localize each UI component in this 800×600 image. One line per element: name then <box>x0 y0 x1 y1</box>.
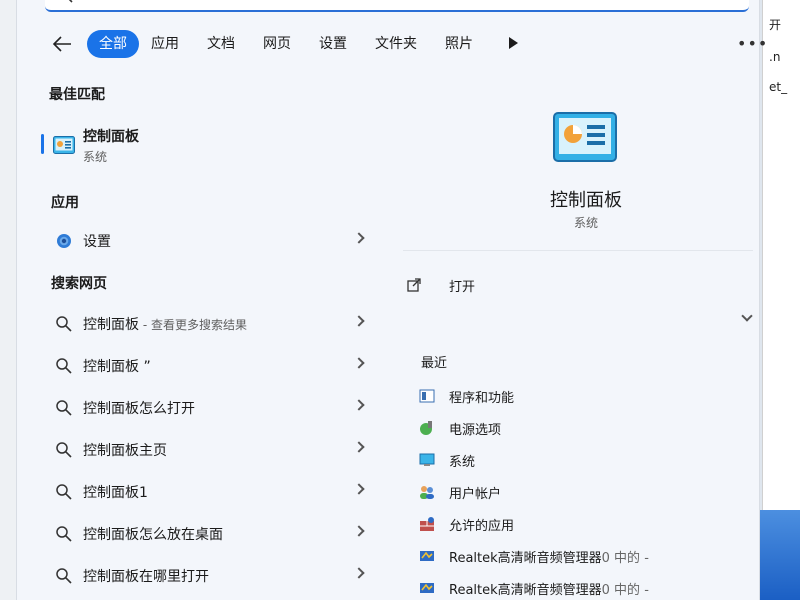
recent-item[interactable]: Realtek高清晰音频管理器0 中的 - <box>419 578 749 600</box>
chevron-right-icon[interactable] <box>353 525 365 537</box>
gear-icon <box>57 234 71 248</box>
web-result[interactable]: 控制面板主页 <box>49 431 369 467</box>
search-icon <box>56 442 72 458</box>
best-match-title: 控制面板 <box>83 129 139 145</box>
back-arrow-icon[interactable] <box>51 34 73 54</box>
app-result-label: 设置 <box>83 234 111 250</box>
search-icon <box>56 526 72 542</box>
open-external-icon <box>407 278 421 292</box>
chevron-right-icon[interactable] <box>353 483 365 495</box>
desktop-background-left <box>0 0 16 600</box>
search-icon <box>68 0 73 3</box>
web-result-label: 控制面板 <box>83 317 139 333</box>
web-result[interactable]: 控制面板1 <box>49 473 369 509</box>
programs-icon <box>419 389 435 403</box>
control-panel-icon <box>53 136 75 154</box>
recent-item-label: 电源选项 <box>449 423 502 438</box>
web-result[interactable]: 控制面板在哪里打开 <box>49 557 369 593</box>
recent-item-label: 程序和功能 <box>449 391 515 406</box>
selection-indicator <box>41 134 44 154</box>
search-icon <box>56 400 72 416</box>
desktop-fragment: .n <box>769 50 781 64</box>
power-options-icon <box>420 421 432 435</box>
web-result-label: 控制面板怎么打开 <box>83 401 195 417</box>
tab-documents[interactable]: 文档 <box>207 30 235 58</box>
recent-item[interactable]: Realtek高清晰音频管理器0 中的 - <box>419 546 749 568</box>
detail-title: 控制面板 <box>550 190 622 211</box>
section-best-match: 最佳匹配 <box>49 87 105 103</box>
detail-pane: 控制面板 系统 打开 最近 程序和功能 电源选项 系统 用户帐户 允许的应用 R… <box>389 80 761 600</box>
more-tabs-arrow-icon[interactable] <box>509 37 518 49</box>
tab-apps[interactable]: 应用 <box>151 30 179 58</box>
search-input[interactable] <box>45 0 749 12</box>
search-icon <box>56 358 72 374</box>
web-result-label: 控制面板在哪里打开 <box>83 569 209 585</box>
filter-tabs: 全部 应用 文档 网页 设置 文件夹 照片 ••• <box>17 26 767 62</box>
tab-photos[interactable]: 照片 <box>445 30 473 58</box>
web-result-hint: - 查看更多搜索结果 <box>139 318 247 332</box>
desktop-window-fragment <box>758 510 800 600</box>
firewall-icon <box>420 517 434 531</box>
control-panel-icon <box>553 112 617 162</box>
recent-item-label: 允许的应用 <box>449 519 515 534</box>
web-result[interactable]: 控制面板 ” <box>49 347 369 383</box>
search-icon <box>56 484 72 500</box>
recent-item-label: 用户帐户 <box>449 487 502 502</box>
chevron-right-icon[interactable] <box>353 315 365 327</box>
tab-settings[interactable]: 设置 <box>319 30 347 58</box>
tab-web[interactable]: 网页 <box>263 30 291 58</box>
web-result[interactable]: 控制面板怎么打开 <box>49 389 369 425</box>
user-accounts-icon <box>420 486 434 499</box>
search-panel: 全部 应用 文档 网页 设置 文件夹 照片 ••• 最佳匹配 控制面板 系统 应… <box>16 0 767 600</box>
realtek-icon <box>420 551 434 561</box>
chevron-right-icon[interactable] <box>353 357 365 369</box>
system-icon <box>419 453 435 466</box>
realtek-icon <box>420 583 434 593</box>
chevron-right-icon[interactable] <box>353 567 365 579</box>
more-options-icon[interactable]: ••• <box>737 34 768 53</box>
desktop-fragment: 开 <box>769 18 782 32</box>
recent-item[interactable]: 电源选项 <box>419 418 749 440</box>
search-icon <box>56 568 72 584</box>
tab-folders[interactable]: 文件夹 <box>375 30 417 58</box>
recent-item[interactable]: 程序和功能 <box>419 386 749 408</box>
chevron-right-icon[interactable] <box>353 232 365 244</box>
web-result-label: 控制面板怎么放在桌面 <box>83 527 223 543</box>
recent-item[interactable]: 允许的应用 <box>419 514 749 536</box>
chevron-down-icon[interactable] <box>741 310 753 322</box>
section-apps: 应用 <box>51 195 79 211</box>
best-match-subtitle: 系统 <box>83 150 108 164</box>
tab-all[interactable]: 全部 <box>87 30 139 58</box>
web-result-label: 控制面板主页 <box>83 443 167 459</box>
best-match-item[interactable]: 控制面板 系统 <box>41 118 371 172</box>
recent-item[interactable]: 用户帐户 <box>419 482 749 504</box>
chevron-right-icon[interactable] <box>353 441 365 453</box>
web-result[interactable]: 控制面板怎么放在桌面 <box>49 515 369 551</box>
recent-item-label: 系统 <box>449 455 476 470</box>
recent-item[interactable]: 系统 <box>419 450 749 472</box>
recent-title: 最近 <box>421 356 448 371</box>
open-label: 打开 <box>449 280 476 295</box>
recent-item-detail: 0 中的 - <box>601 583 649 598</box>
divider <box>403 250 753 251</box>
search-icon <box>56 316 72 332</box>
desktop-fragment: et_ <box>769 80 788 94</box>
recent-item-detail: 0 中的 - <box>601 551 649 566</box>
web-result-label: 控制面板 ” <box>83 359 151 375</box>
chevron-right-icon[interactable] <box>353 399 365 411</box>
recent-item-label: Realtek高清晰音频管理器 <box>449 551 602 566</box>
app-result-settings[interactable]: 设置 <box>49 222 369 258</box>
section-web-search: 搜索网页 <box>51 276 107 292</box>
detail-subtitle: 系统 <box>573 216 598 230</box>
recent-item-label: Realtek高清晰音频管理器 <box>449 583 602 598</box>
web-result-label: 控制面板1 <box>83 485 148 501</box>
web-result[interactable]: 控制面板 - 查看更多搜索结果 <box>49 305 369 341</box>
